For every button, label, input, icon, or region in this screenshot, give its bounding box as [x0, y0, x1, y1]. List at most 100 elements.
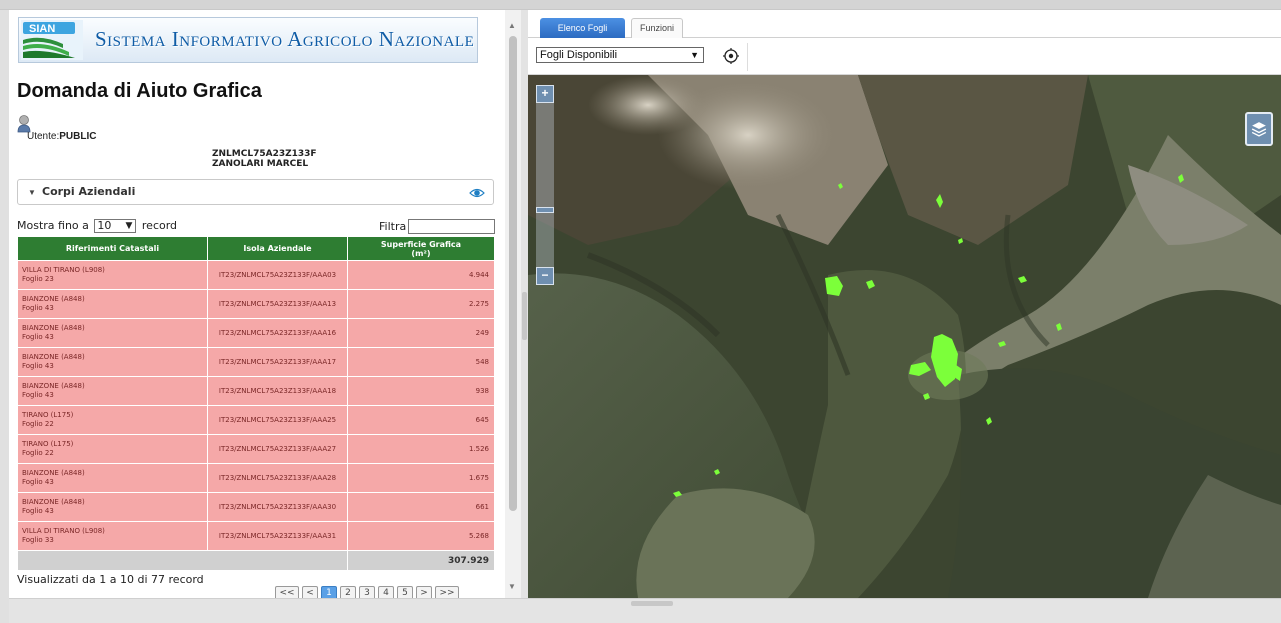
user-label: Utente:PUBLIC: [27, 131, 97, 142]
cell-isola: IT23/ZNLMCL75A23Z133F/AAA13: [207, 289, 348, 319]
filter-input[interactable]: [408, 219, 495, 234]
page-title: Domanda di Aiuto Grafica: [17, 80, 262, 102]
col-isola[interactable]: Isola Aziendale: [207, 236, 348, 261]
cell-superficie: 661: [347, 492, 495, 522]
collapse-arrow-icon[interactable]: ▼: [28, 188, 36, 197]
table-row[interactable]: TIRANO (L175) Foglio 22 IT23/ZNLMCL75A23Z1…: [17, 434, 495, 464]
left-panel: SIAN Sistema Informativo Agricolo Nazion…: [9, 10, 505, 598]
cell-superficie: 5.268: [347, 521, 495, 551]
show-suffix: record: [141, 219, 178, 232]
cell-foglio: Foglio 33: [22, 536, 54, 544]
satellite-imagery[interactable]: [528, 75, 1281, 598]
cell-superficie: 4.944: [347, 260, 495, 290]
map-panel: Elenco Fogli Funzioni Fogli Disponibili ▼: [528, 10, 1281, 598]
cell-isola: IT23/ZNLMCL75A23Z133F/AAA17: [207, 347, 348, 377]
sian-logo: SIAN: [21, 20, 83, 60]
farmer-code: ZNLMCL75A23Z133F: [212, 149, 317, 159]
cell-riferimento: BIANZONE (A848) Foglio 43: [17, 347, 208, 377]
eye-icon[interactable]: [469, 187, 485, 199]
left-edge: [0, 10, 9, 623]
cell-isola: IT23/ZNLMCL75A23Z133F/AAA30: [207, 492, 348, 522]
crosshair-icon[interactable]: [722, 47, 740, 65]
next-page-button[interactable]: >: [416, 586, 432, 598]
cell-foglio: Foglio 43: [22, 478, 54, 486]
scroll-down-icon[interactable]: ▼: [508, 582, 516, 591]
cell-foglio: Foglio 43: [22, 333, 54, 341]
system-title: Sistema Informativo Agricolo Nazionale: [95, 27, 475, 51]
first-page-button[interactable]: <<: [275, 586, 299, 598]
table-body: VILLA DI TIRANO (L908) Foglio 23 IT23/ZNLM…: [17, 260, 495, 571]
records-per-page: Mostra fino a 10 ▼ record: [17, 219, 177, 233]
cell-foglio: Foglio 43: [22, 507, 54, 515]
cell-riferimento: BIANZONE (A848) Foglio 43: [17, 492, 208, 522]
cell-foglio: Foglio 22: [22, 420, 54, 428]
cell-foglio: Foglio 23: [22, 275, 54, 283]
scrollbar-thumb[interactable]: [509, 36, 517, 511]
cell-isola: IT23/ZNLMCL75A23Z133F/AAA03: [207, 260, 348, 290]
scroll-up-icon[interactable]: ▲: [508, 21, 516, 30]
table-row[interactable]: BIANZONE (A848) Foglio 43 IT23/ZNLMCL75A23…: [17, 492, 495, 522]
tab-funzioni[interactable]: Funzioni: [631, 18, 683, 38]
cell-foglio: Foglio 43: [22, 304, 54, 312]
pagination: << <1 2 3 4 5 > >>: [275, 586, 459, 598]
layers-icon[interactable]: [1245, 112, 1273, 146]
page-button-5[interactable]: 5: [397, 586, 413, 598]
table-row[interactable]: TIRANO (L175) Foglio 22 IT23/ZNLMCL75A23Z1…: [17, 405, 495, 435]
records-per-page-select[interactable]: 10 ▼: [94, 219, 137, 233]
zoom-slider-handle[interactable]: [536, 207, 554, 213]
cell-riferimento: BIANZONE (A848) Foglio 43: [17, 318, 208, 348]
cell-riferimento: VILLA DI TIRANO (L908) Foglio 23: [17, 260, 208, 290]
total-superficie: 307.929: [347, 550, 495, 571]
zoom-in-button[interactable]: +: [536, 85, 554, 103]
last-page-button[interactable]: >>: [435, 586, 459, 598]
col-superficie[interactable]: Superficie Grafica (m²): [347, 236, 495, 261]
zoom-slider[interactable]: [536, 85, 554, 285]
farmer-name: ZANOLARI MARCEL: [212, 159, 309, 169]
cell-superficie: 249: [347, 318, 495, 348]
corpi-table: Riferimenti Catastali Isola Aziendale Su…: [17, 236, 495, 571]
cell-isola: IT23/ZNLMCL75A23Z133F/AAA25: [207, 405, 348, 435]
bottom-bar: [9, 598, 1281, 623]
chevron-down-icon: ▼: [690, 50, 699, 60]
corpi-aziendali-section[interactable]: ▼ Corpi Aziendali: [17, 179, 494, 205]
chevron-down-icon: ▼: [125, 221, 133, 231]
table-row[interactable]: BIANZONE (A848) Foglio 43 IT23/ZNLMCL75A23…: [17, 318, 495, 348]
page-button-3[interactable]: 3: [359, 586, 375, 598]
splitter-grip[interactable]: [522, 292, 527, 340]
section-title: Corpi Aziendali: [42, 185, 136, 198]
cell-superficie: 2.275: [347, 289, 495, 319]
cell-isola: IT23/ZNLMCL75A23Z133F/AAA27: [207, 434, 348, 464]
cell-riferimento: BIANZONE (A848) Foglio 43: [17, 289, 208, 319]
browser-top-strip: [0, 0, 1281, 10]
cell-foglio: Foglio 43: [22, 391, 54, 399]
cell-riferimento: BIANZONE (A848) Foglio 43: [17, 463, 208, 493]
table-row[interactable]: BIANZONE (A848) Foglio 43 IT23/ZNLMCL75A23…: [17, 376, 495, 406]
map-tabs: Elenco Fogli Funzioni: [528, 10, 1281, 38]
table-total-row: 307.929: [17, 550, 495, 571]
cell-foglio: Foglio 22: [22, 449, 54, 457]
zoom-out-button[interactable]: −: [536, 267, 554, 285]
table-row[interactable]: BIANZONE (A848) Foglio 43 IT23/ZNLMCL75A23…: [17, 463, 495, 493]
cell-superficie: 1.675: [347, 463, 495, 493]
bottom-splitter-grip[interactable]: [631, 601, 673, 606]
cell-foglio: Foglio 43: [22, 362, 54, 370]
page-button-4[interactable]: 4: [378, 586, 394, 598]
cell-superficie: 938: [347, 376, 495, 406]
prev-page-button[interactable]: <: [302, 586, 318, 598]
records-status: Visualizzati da 1 a 10 di 77 record: [17, 573, 204, 586]
left-panel-scrollbar[interactable]: ▲ ▼: [505, 10, 521, 598]
table-row[interactable]: VILLA DI TIRANO (L908) Foglio 33 IT23/ZNLM…: [17, 521, 495, 551]
satellite-map[interactable]: + −: [528, 75, 1281, 598]
panel-splitter[interactable]: [521, 10, 528, 598]
fogli-select[interactable]: Fogli Disponibili ▼: [536, 47, 704, 63]
tab-elenco-fogli[interactable]: Elenco Fogli: [540, 18, 625, 38]
sian-header-banner: SIAN Sistema Informativo Agricolo Nazion…: [18, 17, 478, 63]
cell-isola: IT23/ZNLMCL75A23Z133F/AAA28: [207, 463, 348, 493]
table-row[interactable]: BIANZONE (A848) Foglio 43 IT23/ZNLMCL75A23…: [17, 347, 495, 377]
page-button-2[interactable]: 2: [340, 586, 356, 598]
table-row[interactable]: VILLA DI TIRANO (L908) Foglio 23 IT23/ZNLM…: [17, 260, 495, 290]
page-button-1[interactable]: 1: [321, 586, 337, 598]
table-row[interactable]: BIANZONE (A848) Foglio 43 IT23/ZNLMCL75A23…: [17, 289, 495, 319]
col-riferimenti[interactable]: Riferimenti Catastali: [17, 236, 208, 261]
col-superficie-unit: (m²): [411, 248, 431, 258]
